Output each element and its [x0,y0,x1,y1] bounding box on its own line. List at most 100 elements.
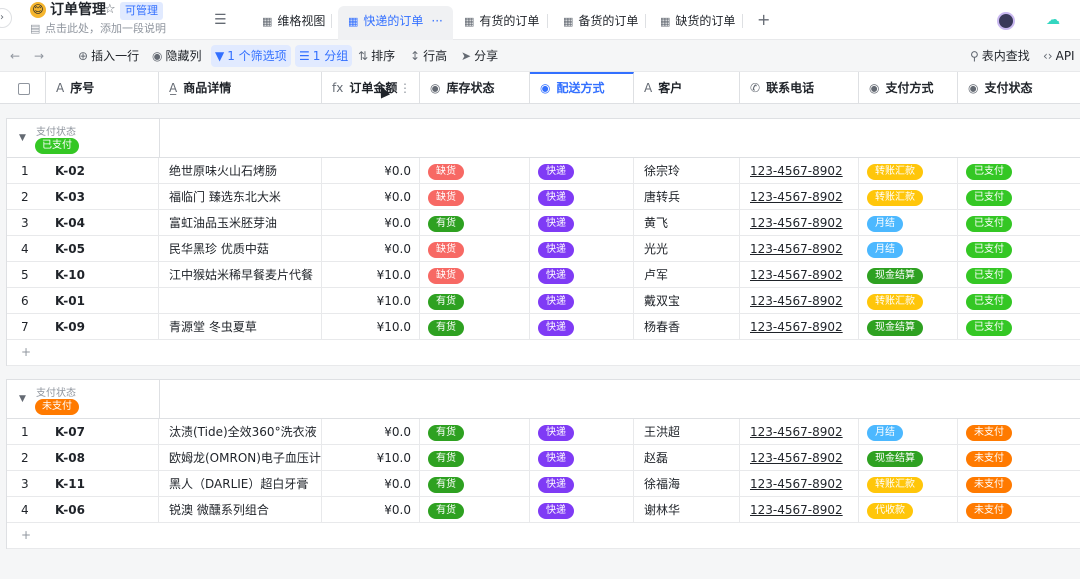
amount-cell[interactable]: ¥0.0 [322,210,420,236]
payment-status-cell[interactable]: 已支付 [958,158,1080,184]
payment-status-cell[interactable]: 未支付 [958,445,1080,471]
customer-cell[interactable]: 赵磊 [634,445,740,471]
stock-cell[interactable]: 有货 [420,288,530,314]
payment-status-cell[interactable]: 已支付 [958,184,1080,210]
tab-out-stock-orders[interactable]: ▦ 缺货的订单 [650,6,745,40]
payment-method-cell[interactable]: 现金结算 [859,314,958,340]
payment-method-cell[interactable]: 代收款 [859,497,958,523]
add-row-button[interactable]: + [7,340,1080,366]
stock-cell[interactable]: 有货 [420,210,530,236]
stock-cell[interactable]: 有货 [420,314,530,340]
menu-icon[interactable]: ☰ [214,12,227,28]
payment-method-cell[interactable]: 现金结算 [859,262,958,288]
seq-cell[interactable]: K-02 [7,158,159,184]
product-cell[interactable]: 汰渍(Tide)全效360°洗衣液 [159,419,322,445]
seq-cell[interactable]: K-01 [7,288,159,314]
stock-cell[interactable]: 缺货 [420,158,530,184]
amount-cell[interactable]: ¥0.0 [322,471,420,497]
shipping-cell[interactable]: 快递 [530,262,634,288]
phone-cell[interactable]: 123-4567-8902 [740,210,859,236]
amount-cell[interactable]: ¥10.0 [322,262,420,288]
seq-cell[interactable]: K-09 [7,314,159,340]
product-cell[interactable]: 绝世原味火山石烤肠 [159,158,322,184]
table-row[interactable]: 2 K-03 福临门 臻选东北大米 ¥0.0 缺货 快递 唐转兵 123-4567-8902 转… [7,184,1080,210]
product-cell[interactable]: 福临门 臻选东北大米 [159,184,322,210]
column-header-seq[interactable]: A 序号 [46,72,159,104]
payment-method-cell[interactable]: 转账汇款 [859,471,958,497]
amount-cell[interactable]: ¥10.0 [322,288,420,314]
phone-cell[interactable]: 123-4567-8902 [740,184,859,210]
collapse-caret-icon[interactable]: ▼ [19,133,26,143]
seq-cell[interactable]: K-03 [7,184,159,210]
table-row[interactable]: 5 K-10 江中猴姑米稀早餐麦片代餐 ¥10.0 缺货 快递 卢军 123-4567-890… [7,262,1080,288]
payment-method-cell[interactable]: 月结 [859,210,958,236]
cloud-icon[interactable]: ☁ [1046,13,1060,27]
payment-status-cell[interactable]: 已支付 [958,236,1080,262]
row-height-button[interactable]: ↕ 行高 [410,40,447,72]
payment-method-cell[interactable]: 月结 [859,419,958,445]
column-header-phone[interactable]: ✆ 联系电话 [740,72,859,104]
stock-cell[interactable]: 缺货 [420,236,530,262]
stock-cell[interactable]: 缺货 [420,184,530,210]
table-row[interactable]: 3 K-11 黑人（DARLIE）超白牙膏 ¥0.0 有货 快递 徐福海 123-4567-8… [7,471,1080,497]
hide-columns-button[interactable]: ◉ 隐藏列 [152,40,202,72]
product-cell[interactable]: 江中猴姑米稀早餐麦片代餐 [159,262,322,288]
amount-cell[interactable]: ¥0.0 [322,184,420,210]
product-cell[interactable]: 锐澳 微醺系列组合 [159,497,322,523]
add-view-icon[interactable]: + [757,12,770,28]
amount-cell[interactable]: ¥0.0 [322,497,420,523]
select-all-cell[interactable] [6,72,46,104]
shipping-cell[interactable]: 快递 [530,471,634,497]
shipping-cell[interactable]: 快递 [530,236,634,262]
payment-method-cell[interactable]: 月结 [859,236,958,262]
insert-row-button[interactable]: ⊕ 插入一行 [78,40,139,72]
shipping-cell[interactable]: 快递 [530,288,634,314]
seq-cell[interactable]: K-06 [7,497,159,523]
table-row[interactable]: 1 K-07 汰渍(Tide)全效360°洗衣液 ¥0.0 有货 快递 王洪超 123-456… [7,419,1080,445]
seq-cell[interactable]: K-04 [7,210,159,236]
payment-method-cell[interactable]: 转账汇款 [859,158,958,184]
share-button[interactable]: ➤ 分享 [461,40,498,72]
customer-cell[interactable]: 徐福海 [634,471,740,497]
phone-cell[interactable]: 123-4567-8902 [740,497,859,523]
collapse-caret-icon[interactable]: ▼ [19,394,26,404]
shipping-cell[interactable]: 快递 [530,158,634,184]
collapse-sidebar-button[interactable]: › [0,8,12,28]
stock-cell[interactable]: 有货 [420,497,530,523]
payment-method-cell[interactable]: 转账汇款 [859,288,958,314]
payment-method-cell[interactable]: 现金结算 [859,445,958,471]
payment-status-cell[interactable]: 已支付 [958,314,1080,340]
tab-prep-orders[interactable]: ▦ 备货的订单 [553,6,648,40]
table-row[interactable]: 6 K-01 ¥10.0 有货 快递 戴双宝 123-4567-8902 转账汇款 已支付 [7,288,1080,314]
tab-in-stock-orders[interactable]: ▦ 有货的订单 [454,6,549,40]
phone-cell[interactable]: 123-4567-8902 [740,236,859,262]
product-cell[interactable]: 青源堂 冬虫夏草 [159,314,322,340]
description[interactable]: ▤ 点击此处，添加一段说明 [30,22,166,36]
column-header-customer[interactable]: A 客户 [634,72,740,104]
payment-status-cell[interactable]: 已支付 [958,262,1080,288]
amount-cell[interactable]: ¥10.0 [322,445,420,471]
shipping-cell[interactable]: 快递 [530,445,634,471]
stock-cell[interactable]: 有货 [420,471,530,497]
column-header-payment-method[interactable]: ◉ 支付方式 [859,72,958,104]
customer-cell[interactable]: 谢林华 [634,497,740,523]
api-button[interactable]: ‹› API [1043,40,1075,72]
customer-cell[interactable]: 唐转兵 [634,184,740,210]
seq-cell[interactable]: K-08 [7,445,159,471]
find-button[interactable]: ⚲ 表内查找 [970,40,1030,72]
customer-cell[interactable]: 王洪超 [634,419,740,445]
shipping-cell[interactable]: 快递 [530,419,634,445]
customer-cell[interactable]: 黄飞 [634,210,740,236]
seq-cell[interactable]: K-11 [7,471,159,497]
table-row[interactable]: 4 K-06 锐澳 微醺系列组合 ¥0.0 有货 快递 谢林华 123-4567-8902 代收… [7,497,1080,523]
seq-cell[interactable]: K-10 [7,262,159,288]
table-row[interactable]: 2 K-08 欧姆龙(OMRON)电子血压计 ¥10.0 有货 快递 赵磊 123-4567-… [7,445,1080,471]
payment-status-cell[interactable]: 已支付 [958,210,1080,236]
payment-status-cell[interactable]: 未支付 [958,497,1080,523]
column-header-amount[interactable]: fx 订单金额 ⋮ [322,72,420,104]
star-icon[interactable]: ☆ [104,2,116,17]
column-header-shipping[interactable]: ◉ 配送方式 [530,72,634,104]
amount-cell[interactable]: ¥0.0 [322,419,420,445]
column-header-payment-status[interactable]: ◉ 支付状态 [958,72,1080,104]
shipping-cell[interactable]: 快递 [530,184,634,210]
